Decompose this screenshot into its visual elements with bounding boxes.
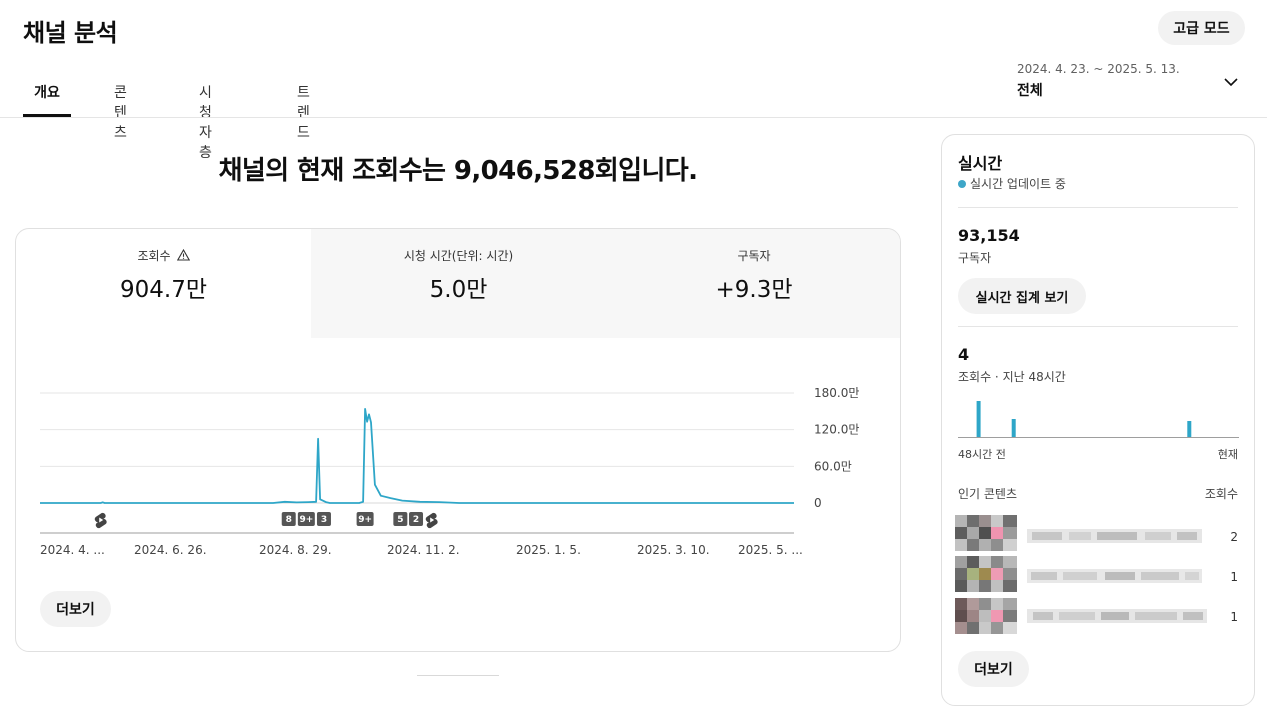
annotation-badge-label: 5: [397, 515, 403, 525]
live-dot-icon: [958, 179, 966, 188]
date-range-text[interactable]: 2024. 4. 23. ~ 2025. 5. 13.: [1017, 62, 1180, 76]
metric-subscribers-label: 구독자: [737, 249, 771, 263]
annotation-badge-label: 8: [286, 515, 292, 525]
blurred-title: [1027, 609, 1207, 623]
x-tick-label: 2024. 8. 29.: [259, 543, 332, 557]
chart-left-label: 48시간 전: [958, 448, 1006, 461]
popular-views-header: 조회수: [1204, 487, 1238, 501]
subscriber-count: 93,154: [958, 226, 1020, 245]
date-selection[interactable]: 전체: [1017, 80, 1043, 100]
tab-trends[interactable]: 트렌드: [297, 70, 310, 141]
metric-views-value: 904.7만: [119, 277, 207, 303]
hour-bar[interactable]: [1011, 419, 1016, 437]
video-thumbnail: [955, 598, 1017, 634]
tab-audience[interactable]: 시청자층: [199, 70, 212, 161]
views-48h-label: 조회수 · 지난 48시간: [958, 370, 1066, 384]
overview-headline: 채널의 현재 조회수는 9,046,528회입니다.: [218, 156, 698, 186]
realtime-card: 실시간 실시간 업데이트 중 93,154 구독자 실시간 집계 보기 4 조회…: [941, 134, 1255, 706]
popular-content-header: 인기 콘텐츠: [958, 487, 1018, 501]
divider: [958, 326, 1238, 327]
video-thumbnail: [955, 515, 1017, 551]
views-chart[interactable]: 180.0만 120.0만 60.0만 0 2024. 4. ... 2024. 6. 2…: [16, 369, 901, 569]
metric-subscribers[interactable]: 구독자 +9.3만: [606, 229, 900, 338]
live-count-button[interactable]: 실시간 집계 보기: [958, 278, 1086, 314]
metric-watch-time-value: 5.0만: [429, 277, 488, 303]
live-status: 실시간 업데이트 중: [958, 175, 1066, 192]
annotation-badge-label: 9+: [358, 515, 372, 525]
hour-bar[interactable]: [976, 401, 981, 437]
y-tick-label: 60.0만: [814, 459, 852, 473]
more-button[interactable]: 더보기: [40, 591, 111, 627]
annotation-badge-label: 2: [413, 515, 419, 525]
y-tick-label: 0: [814, 496, 822, 510]
chart-right-label: 현재: [1217, 448, 1238, 461]
warning-icon[interactable]: [176, 249, 190, 261]
subscriber-label: 구독자: [958, 251, 992, 265]
page-indicator: [417, 675, 499, 676]
metric-views[interactable]: 조회수 904.7만: [16, 229, 311, 338]
tab-overview[interactable]: 개요: [23, 70, 71, 117]
popular-view-count: 2: [1230, 530, 1238, 544]
metric-watch-time[interactable]: 시청 시간(단위: 시간) 5.0만: [311, 229, 606, 338]
views-series-line: [40, 408, 794, 504]
x-tick-label: 2024. 6. 26.: [134, 543, 207, 557]
header-divider: [0, 117, 1267, 118]
video-thumbnail: [955, 556, 1017, 592]
chevron-down-icon[interactable]: [1222, 73, 1240, 91]
metric-subscribers-value: +9.3만: [715, 277, 793, 303]
popular-view-count: 1: [1230, 570, 1238, 584]
x-tick-label: 2025. 1. 5.: [516, 543, 581, 557]
views-48h-chart[interactable]: [958, 393, 1239, 439]
blurred-title: [1027, 569, 1202, 583]
x-tick-label: 2024. 4. ...: [40, 543, 105, 557]
metric-views-label: 조회수: [137, 249, 171, 263]
metric-watch-time-label: 시청 시간(단위: 시간): [403, 249, 514, 263]
views-48h-count: 4: [958, 345, 970, 364]
blurred-title: [1027, 529, 1202, 543]
x-tick-label: 2024. 11. 2.: [387, 543, 460, 557]
page-title: 채널 분석: [23, 19, 118, 47]
advanced-mode-button[interactable]: 고급 모드: [1158, 11, 1245, 45]
annotation-badge-label: 9+: [299, 515, 313, 525]
realtime-title: 실시간: [958, 154, 1003, 173]
x-tick-label: 2025. 3. 10.: [637, 543, 710, 557]
tab-content[interactable]: 콘텐츠: [114, 70, 127, 141]
x-tick-label: 2025. 5. ...: [738, 543, 803, 557]
annotation-badge-label: 3: [321, 515, 327, 525]
popular-view-count: 1: [1230, 610, 1238, 624]
live-status-text: 실시간 업데이트 중: [970, 177, 1066, 191]
realtime-more-button[interactable]: 더보기: [958, 651, 1029, 687]
hour-bar[interactable]: [1187, 421, 1192, 437]
overview-card: 조회수 904.7만 시청 시간(단위: 시간) 5.0만 구독자 +9.3만 …: [15, 228, 901, 652]
divider: [958, 207, 1238, 208]
y-tick-label: 180.0만: [814, 386, 859, 400]
y-tick-label: 120.0만: [814, 423, 859, 437]
